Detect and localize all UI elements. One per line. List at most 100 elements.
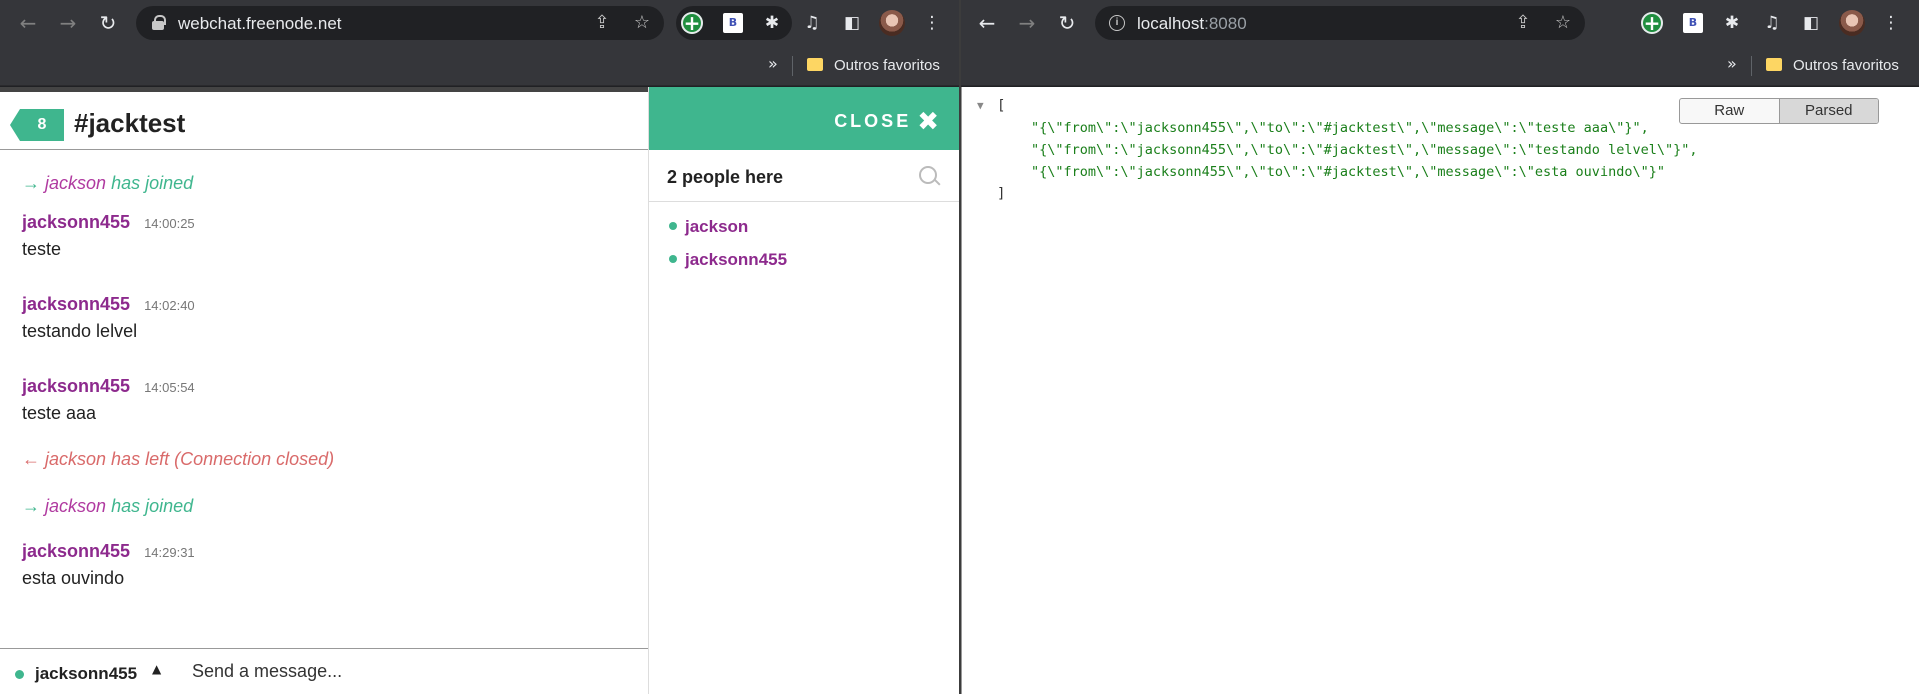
back-icon[interactable]: ← (14, 9, 42, 37)
message-text: esta ouvindo (22, 568, 125, 588)
folder-icon[interactable] (807, 58, 823, 71)
message-text: testando lelvel (22, 321, 138, 341)
message-nick[interactable]: jacksonn455 (22, 212, 130, 232)
bookmark-divider (1751, 56, 1752, 76)
close-icon: ✖ (917, 107, 939, 137)
online-dot (669, 222, 677, 230)
url-port: :8080 (1204, 14, 1247, 33)
user-name[interactable]: jackson (685, 217, 748, 236)
url-text[interactable]: webchat.freenode.net (178, 14, 342, 34)
message-item: jacksonn455 14:05:54 teste aaa (22, 376, 638, 448)
extension-b-icon[interactable]: B (723, 13, 743, 33)
browser-toolbar: ← → ↻ i localhost:8080 ⇪ ☆ + B ✱ ♫ ◧ ⋮ (961, 0, 1919, 46)
back-icon[interactable]: ← (973, 9, 1001, 37)
message-text: teste (22, 239, 62, 259)
kebab-menu-icon[interactable]: ⋮ (1879, 11, 1903, 35)
folder-icon[interactable] (1766, 58, 1782, 71)
browser-window-right: ← → ↻ i localhost:8080 ⇪ ☆ + B ✱ ♫ ◧ ⋮ »… (961, 0, 1919, 694)
message-time: 14:00:25 (144, 216, 195, 231)
caret-up-icon[interactable]: ▲ (152, 662, 161, 676)
extension-b-icon[interactable]: B (1683, 13, 1703, 33)
lock-icon[interactable] (152, 15, 166, 30)
event-text: jackson has left (Connection closed) (45, 449, 335, 469)
puzzle-icon[interactable]: ✱ (760, 11, 784, 35)
sidebar-header: CLOSE ✖ (649, 87, 959, 150)
message-nick[interactable]: jacksonn455 (22, 541, 130, 561)
media-icon[interactable]: ♫ (1760, 11, 1784, 35)
join-arrow-icon: → (22, 496, 40, 516)
status-dot (15, 670, 24, 679)
avatar[interactable] (1839, 10, 1865, 36)
bookmarks-bar: » Outros favoritos (961, 46, 1919, 86)
sidepanel-icon[interactable]: ◧ (840, 11, 864, 35)
user-name[interactable]: jacksonn455 (685, 250, 787, 269)
event-text: has joined (111, 496, 194, 516)
online-dot (669, 255, 677, 263)
close-button[interactable]: CLOSE ✖ (834, 107, 939, 137)
current-nick[interactable]: jacksonn455 (35, 664, 137, 684)
join-event: → jackson has joined (22, 172, 638, 212)
message-list: → jackson has joined jacksonn455 14:00:25… (22, 172, 638, 623)
view-toggle: Raw Parsed (1679, 98, 1879, 124)
chevron-more-icon[interactable]: » (1727, 54, 1737, 73)
message-nick[interactable]: jacksonn455 (22, 376, 130, 396)
address-bar[interactable]: webchat.freenode.net ⇪ ☆ (136, 6, 664, 40)
message-input[interactable] (192, 661, 612, 682)
people-count: 2 people here (667, 167, 784, 187)
message-item: jacksonn455 14:29:31 esta ouvindo (22, 541, 638, 623)
kebab-menu-icon[interactable]: ⋮ (920, 11, 944, 35)
sidepanel-icon[interactable]: ◧ (1799, 11, 1823, 35)
json-string-line: "{\"from\":\"jacksonn455\",\"to\":\"#jac… (1031, 142, 1698, 158)
user-item[interactable]: jackson (669, 217, 787, 250)
people-header: 2 people here (649, 150, 959, 202)
parsed-button[interactable]: Parsed (1778, 99, 1878, 123)
reload-icon[interactable]: ↻ (1053, 9, 1081, 37)
bookmark-other-favorites[interactable]: Outros favoritos (834, 57, 940, 74)
event-nick[interactable]: jackson (45, 173, 106, 193)
share-icon[interactable]: ⇪ (1511, 11, 1535, 35)
message-time: 14:05:54 (144, 380, 195, 395)
message-time: 14:02:40 (144, 298, 195, 313)
avatar[interactable] (879, 10, 905, 36)
extension-plus-icon[interactable]: + (1641, 12, 1663, 35)
search-icon[interactable] (919, 166, 941, 188)
page-content: 8 #jacktest → jackson has joined jackson… (0, 87, 959, 694)
leave-event: ← jackson has left (Connection closed) (22, 448, 638, 495)
json-string-line: "{\"from\":\"jacksonn455\",\"to\":\"#jac… (1031, 164, 1665, 180)
collapse-triangle-icon[interactable]: ▼ (977, 99, 984, 112)
join-event: → jackson has joined (22, 495, 638, 541)
share-icon[interactable]: ⇪ (590, 11, 614, 35)
json-viewer: ▼ [ "{\"from\":\"jacksonn455\",\"to\":\"… (961, 87, 1919, 694)
extension-plus-icon[interactable]: + (681, 12, 703, 35)
bookmark-other-favorites[interactable]: Outros favoritos (1793, 57, 1899, 74)
media-icon[interactable]: ♫ (800, 11, 824, 35)
chat-header: 8 #jacktest (0, 92, 648, 150)
address-bar[interactable]: i localhost:8080 ⇪ ☆ (1095, 6, 1585, 40)
close-bracket: ] (997, 186, 1006, 202)
user-list: jackson jacksonn455 (669, 217, 787, 283)
channel-title: #jacktest (74, 108, 186, 138)
raw-button[interactable]: Raw (1680, 99, 1779, 123)
user-item[interactable]: jacksonn455 (669, 250, 787, 283)
message-item: jacksonn455 14:02:40 testando lelvel (22, 294, 638, 376)
star-icon[interactable]: ☆ (1551, 11, 1575, 35)
chat-main: 8 #jacktest → jackson has joined jackson… (0, 87, 648, 694)
forward-icon[interactable]: → (54, 9, 82, 37)
open-bracket: [ (997, 98, 1006, 114)
bookmarks-bar: » Outros favoritos (0, 46, 959, 86)
puzzle-icon[interactable]: ✱ (1720, 11, 1744, 35)
url-text[interactable]: localhost:8080 (1137, 14, 1247, 34)
json-string-line: "{\"from\":\"jacksonn455\",\"to\":\"#jac… (1031, 120, 1649, 136)
event-nick[interactable]: jackson (45, 496, 106, 516)
reload-icon[interactable]: ↻ (94, 9, 122, 37)
info-icon[interactable]: i (1109, 15, 1125, 31)
chevron-more-icon[interactable]: » (768, 54, 778, 73)
message-nick[interactable]: jacksonn455 (22, 294, 130, 314)
leave-arrow-icon: ← (22, 449, 40, 469)
bookmark-divider (792, 56, 793, 76)
star-icon[interactable]: ☆ (630, 11, 654, 35)
forward-icon[interactable]: → (1013, 9, 1041, 37)
event-text: has joined (111, 173, 194, 193)
close-label: CLOSE (834, 111, 912, 131)
unread-badge[interactable]: 8 (10, 109, 64, 141)
